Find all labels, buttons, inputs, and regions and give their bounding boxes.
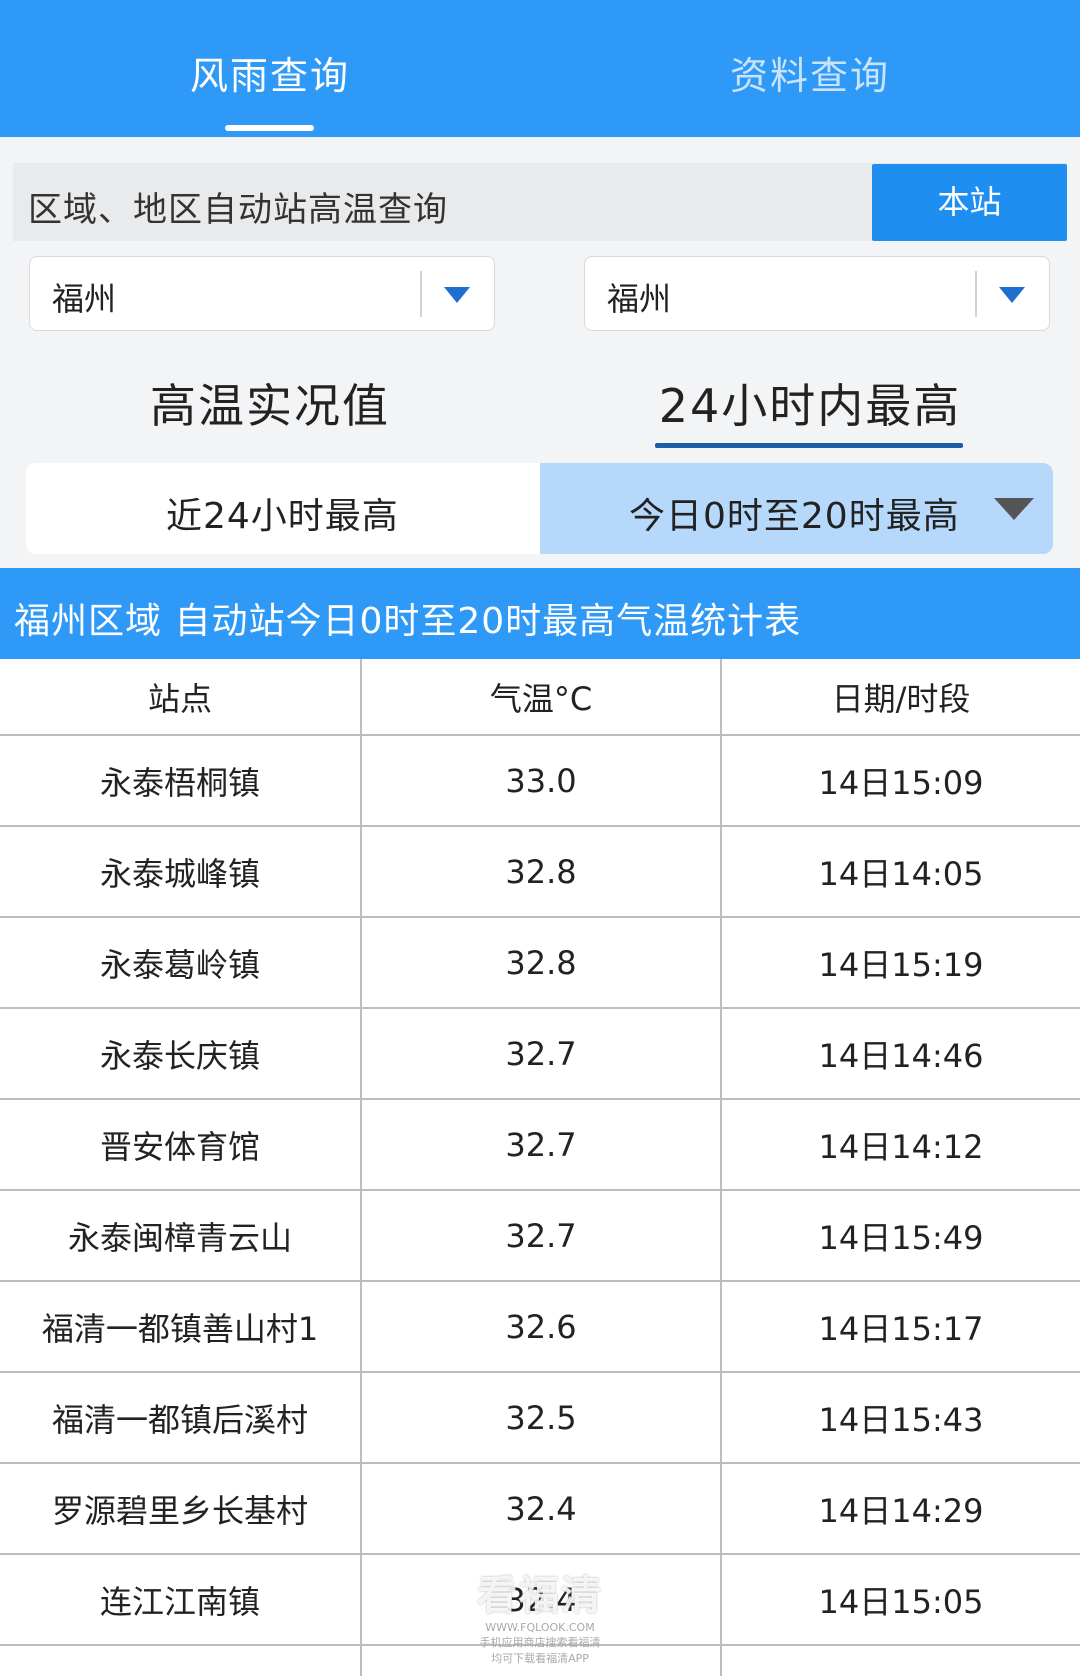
station-name: 永泰梧桐镇 <box>99 763 260 802</box>
station-name: 永泰葛岭镇 <box>99 945 260 984</box>
triangle-down-icon[interactable] <box>444 287 470 303</box>
time-value: 14日15:09 <box>818 763 984 802</box>
temperature-value: 32.8 <box>505 943 577 982</box>
segment-label: 近24小时最高 <box>166 496 399 537</box>
header-station: 站点 <box>147 679 212 718</box>
temperature-value: 33.0 <box>505 761 577 800</box>
area-select[interactable]: 福州 <box>584 256 1050 331</box>
tab-wind-rain-query[interactable]: 风雨查询 <box>0 45 540 100</box>
station-name: 福清一都镇后溪村 <box>51 1400 308 1439</box>
time-value: 14日14:29 <box>818 1491 984 1530</box>
temperature-value: 32.7 <box>505 1125 577 1164</box>
station-name: 罗源碧里乡长基村 <box>51 1491 308 1530</box>
select-divider <box>420 271 422 317</box>
area-select-value: 福州 <box>607 280 672 318</box>
query-title: 区域、地区自动站高温查询 <box>28 190 448 230</box>
sub-tab-indicator <box>655 443 963 448</box>
time-value: 14日15:49 <box>818 1218 984 1257</box>
site-watermark: 看福清 WWW.FQLOOK.COM 手机应用商店搜索看福清 均可下载看福清AP… <box>470 1563 610 1666</box>
table-row[interactable]: 永泰长庆镇 32.7 14日14:46 <box>0 1009 1080 1100</box>
header-datetime: 日期/时段 <box>831 679 971 718</box>
temperature-value: 32.6 <box>505 1307 577 1346</box>
time-value: 14日15:17 <box>818 1309 984 1348</box>
table-title-banner: 福州区域 自动站今日0时至20时最高气温统计表 <box>0 568 1080 659</box>
station-name: 晋安体育馆 <box>99 1127 260 1166</box>
time-value: 14日14:05 <box>818 854 984 893</box>
table-row[interactable]: 福清一都镇后溪村 32.5 14日15:43 <box>0 1373 1080 1464</box>
station-name: 福清一都镇善山村1 <box>41 1309 319 1348</box>
temperature-value: 32.5 <box>505 1398 577 1437</box>
table-row[interactable]: 永泰梧桐镇 33.0 14日15:09 <box>0 736 1080 827</box>
temperature-value: 32.8 <box>505 852 577 891</box>
station-name: 永泰闽樟青云山 <box>67 1218 292 1257</box>
station-name: 永泰长庆镇 <box>99 1036 260 1075</box>
table-row[interactable]: 永泰闽樟青云山 32.7 14日15:49 <box>0 1191 1080 1282</box>
table-row[interactable]: 罗源碧里乡长基村 32.4 14日14:29 <box>0 1464 1080 1555</box>
region-select[interactable]: 福州 <box>29 256 495 331</box>
top-tab-bar: 风雨查询 资料查询 <box>0 0 1080 137</box>
table-title: 福州区域 自动站今日0时至20时最高气温统计表 <box>14 601 802 642</box>
temperature-value: 32.4 <box>505 1489 577 1528</box>
watermark-url: WWW.FQLOOK.COM <box>485 1621 595 1634</box>
region-select-value: 福州 <box>52 280 117 318</box>
watermark-line2: 均可下载看福清APP <box>491 1652 589 1665</box>
table-row[interactable]: 福清一都镇善山村1 32.6 14日15:17 <box>0 1282 1080 1373</box>
station-name: 连江江南镇 <box>99 1582 260 1621</box>
segment-last-24h-max[interactable]: 近24小时最高 <box>26 463 540 554</box>
segment-today-0-20-max[interactable]: 今日0时至20时最高 <box>540 463 1053 554</box>
table-row[interactable]: 永泰城峰镇 32.8 14日14:05 <box>0 827 1080 918</box>
select-divider <box>975 271 977 317</box>
temperature-value: 32.7 <box>505 1216 577 1255</box>
header-temperature: 气温°C <box>489 679 593 718</box>
table-row[interactable]: 晋安体育馆 32.7 14日14:12 <box>0 1100 1080 1191</box>
tab-data-query[interactable]: 资料查询 <box>540 45 1080 100</box>
segment-label: 今日0时至20时最高 <box>629 496 960 537</box>
tab-high-temp-live[interactable]: 高温实况值 <box>120 370 420 436</box>
watermark-line1: 手机应用商店搜索看福清 <box>479 1636 601 1649</box>
time-value: 14日14:46 <box>818 1036 984 1075</box>
triangle-down-icon[interactable] <box>999 287 1025 303</box>
table-header-row: 站点 气温°C 日期/时段 <box>0 659 1080 736</box>
station-name: 永泰城峰镇 <box>99 854 260 893</box>
tab-24h-max[interactable]: 24小时内最高 <box>640 370 980 436</box>
table-row[interactable]: 永泰葛岭镇 32.8 14日15:19 <box>0 918 1080 1009</box>
watermark-title: 看福清 <box>477 1573 603 1619</box>
time-value: 14日15:05 <box>818 1582 984 1621</box>
active-tab-indicator <box>225 125 314 131</box>
time-value: 14日14:12 <box>818 1127 984 1166</box>
temperature-table: 站点 气温°C 日期/时段 永泰梧桐镇 33.0 14日15:09 永泰城峰镇 … <box>0 659 1080 1676</box>
this-station-button[interactable]: 本站 <box>872 164 1067 241</box>
triangle-down-icon[interactable] <box>994 498 1034 520</box>
time-value: 14日15:43 <box>818 1400 984 1439</box>
time-value: 14日15:19 <box>818 945 984 984</box>
temperature-value: 32.7 <box>505 1034 577 1073</box>
